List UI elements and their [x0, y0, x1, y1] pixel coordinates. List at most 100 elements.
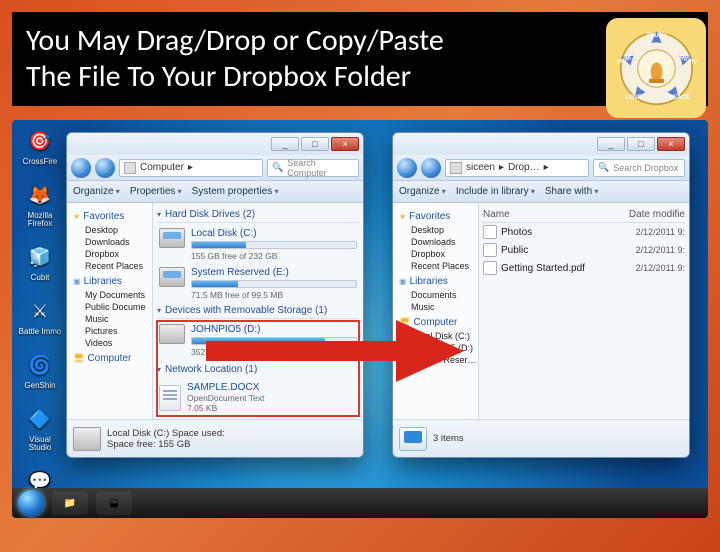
slide-title-line2: The File To Your Dropbox Folder	[26, 58, 411, 95]
window-max-button[interactable]: □	[627, 137, 655, 151]
slide-title: You May Drag/Drop or Copy/Paste The File…	[26, 23, 444, 95]
cmd-organize[interactable]: Organize	[399, 186, 446, 197]
nav-item[interactable]: Downloads	[397, 236, 478, 248]
status-bar: Local Disk (C:) Space used: Space free: …	[67, 419, 363, 457]
nav-favorites-header[interactable]: Favorites	[399, 211, 478, 222]
breadcrumb-seg[interactable]: Drop…	[508, 162, 540, 173]
section-header[interactable]: Devices with Removable Storage (1)	[157, 303, 359, 319]
nav-item[interactable]: Recent Places	[71, 260, 152, 272]
app-icon: 🦊	[25, 180, 55, 210]
nav-item[interactable]: Music	[71, 313, 152, 325]
section-header[interactable]: Network Location (1)	[157, 360, 359, 377]
content-pane[interactable]: Hard Disk Drives (2) Local Disk (C:) 155…	[153, 203, 363, 419]
nav-libraries-header[interactable]: Libraries	[399, 276, 478, 287]
col-name[interactable]: Name	[483, 209, 615, 220]
window-close-button[interactable]: ×	[331, 137, 359, 151]
nav-forward-button[interactable]	[95, 158, 115, 178]
window-close-button[interactable]: ×	[657, 137, 685, 151]
cmd-properties[interactable]: Properties	[130, 186, 182, 197]
nav-computer-header[interactable]: Computer	[399, 317, 478, 328]
window-max-button[interactable]: □	[301, 137, 329, 151]
drive-item[interactable]: Local Disk (C:) 155 GB free of 232 GB	[157, 225, 359, 264]
cmd-organize[interactable]: Organize	[73, 186, 120, 197]
cmd-include-in-library[interactable]: Include in library	[456, 186, 535, 197]
explorer-window-computer[interactable]: _ □ × Computer ▸ 🔍 Search Computer Organ…	[66, 132, 364, 458]
desktop-shortcut[interactable]: 🧊 Cubit	[18, 242, 62, 282]
nav-pane[interactable]: Favorites DesktopDownloadsDropboxRecent P…	[67, 203, 153, 419]
nav-item[interactable]: Music	[397, 301, 478, 313]
nav-item[interactable]: Local Disk (C:)	[397, 330, 478, 342]
cmd-system-properties[interactable]: System properties	[192, 186, 279, 197]
nav-item[interactable]: Public Docume	[71, 301, 152, 313]
col-date[interactable]: Date modifie	[615, 209, 685, 220]
folder-icon	[450, 162, 462, 174]
item-date: 2/12/2011 9:	[615, 245, 685, 255]
search-input[interactable]: 🔍 Search Computer	[267, 159, 359, 177]
dropbox-icon: ⬓	[109, 498, 118, 509]
list-item[interactable]: Public 2/12/2011 9:	[483, 241, 685, 259]
breadcrumb-seg[interactable]: siceen	[466, 162, 495, 173]
nav-forward-button[interactable]	[421, 158, 441, 178]
nav-item[interactable]: Documents	[397, 289, 478, 301]
nav-item[interactable]: Downloads	[71, 236, 152, 248]
file-type: OpenDocument Text	[187, 393, 264, 403]
nav-item[interactable]: Dropbox	[71, 248, 152, 260]
desktop-icons: 🎯 CrossFire 🦊 Mozilla Firefox 🧊 Cubit ⚔ …	[18, 126, 62, 518]
drive-item[interactable]: System Reserved (E:) 71.5 MB free of 99.…	[157, 264, 359, 303]
column-headers[interactable]: Name Date modifie	[483, 207, 685, 223]
file-item[interactable]: SAMPLE.DOCX OpenDocument Text 7.05 KB	[157, 379, 359, 416]
folder-icon: 📁	[64, 498, 76, 509]
search-input[interactable]: 🔍 Search Dropbox	[593, 159, 685, 177]
nav-item[interactable]: Videos	[71, 337, 152, 349]
desktop-shortcut[interactable]: 🌀 GenShin	[18, 350, 62, 390]
window-titlebar[interactable]: _ □ ×	[393, 133, 689, 155]
list-item[interactable]: Getting Started.pdf 2/12/2011 9:	[483, 259, 685, 277]
nav-item[interactable]: Desktop	[397, 224, 478, 236]
nav-computer-header[interactable]: Computer	[73, 353, 152, 364]
nav-back-button[interactable]	[71, 158, 91, 178]
cmd-share-with[interactable]: Share with	[545, 186, 599, 197]
breadcrumb-sep: ▸	[188, 162, 193, 173]
shortcut-label: Battle Immo	[19, 328, 62, 336]
crest-icon: TRUTH RIGHT PEACE LOVE AHIM	[614, 26, 699, 111]
nav-item[interactable]: My Documents	[71, 289, 152, 301]
hdd-icon	[159, 267, 185, 287]
content-pane[interactable]: Name Date modifie Photos 2/12/2011 9: Pu…	[479, 203, 689, 419]
item-date: 2/12/2011 9:	[615, 263, 685, 273]
nav-favorites-header[interactable]: Favorites	[73, 211, 152, 222]
desktop-shortcut[interactable]: 🔷 Visual Studio	[18, 404, 62, 452]
status-line2: Space free:	[107, 439, 156, 450]
nav-pane[interactable]: Favorites DesktopDownloadsDropboxRecent P…	[393, 203, 479, 419]
breadcrumb-seg[interactable]: Computer	[140, 162, 184, 173]
window-titlebar[interactable]: _ □ ×	[67, 133, 363, 155]
status-value: 155 GB	[158, 439, 190, 450]
list-item[interactable]: Photos 2/12/2011 9:	[483, 223, 685, 241]
taskbar-explorer-button[interactable]: 📁	[52, 491, 88, 515]
desktop-shortcut[interactable]: ⚔ Battle Immo	[18, 296, 62, 336]
shortcut-label: GenShin	[24, 382, 55, 390]
start-button[interactable]	[18, 490, 44, 516]
nav-item[interactable]: Recent Places	[397, 260, 478, 272]
nav-item[interactable]: Dropbox	[397, 248, 478, 260]
app-icon: 🎯	[25, 126, 55, 156]
shortcut-label: Mozilla Firefox	[18, 212, 62, 228]
nav-item[interactable]: System Reserved	[397, 354, 478, 366]
desktop-shortcut[interactable]: 🦊 Mozilla Firefox	[18, 180, 62, 228]
nav-item[interactable]: Pictures	[71, 325, 152, 337]
item-name: Photos	[501, 227, 615, 238]
breadcrumb[interactable]: Computer ▸	[119, 159, 263, 177]
taskbar[interactable]: 📁 ⬓	[12, 488, 708, 518]
window-min-button[interactable]: _	[271, 137, 299, 151]
window-min-button[interactable]: _	[597, 137, 625, 151]
breadcrumb-sep: ▸	[544, 162, 549, 173]
desktop-shortcut[interactable]: 🎯 CrossFire	[18, 126, 62, 166]
nav-back-button[interactable]	[397, 158, 417, 178]
drive-item[interactable]: JOHNPIO5 (D:) 352 MB free of 1.85 GB	[157, 321, 359, 360]
taskbar-dropbox-button[interactable]: ⬓	[96, 491, 132, 515]
nav-libraries-header[interactable]: Libraries	[73, 276, 152, 287]
nav-item[interactable]: JOHNTIQ5 (D:)	[397, 342, 478, 354]
nav-item[interactable]: Desktop	[71, 224, 152, 236]
breadcrumb[interactable]: siceen ▸ Drop… ▸	[445, 159, 589, 177]
section-header[interactable]: Hard Disk Drives (2)	[157, 207, 359, 223]
explorer-window-dropbox[interactable]: _ □ × siceen ▸ Drop… ▸ 🔍 Search Dropbox …	[392, 132, 690, 458]
